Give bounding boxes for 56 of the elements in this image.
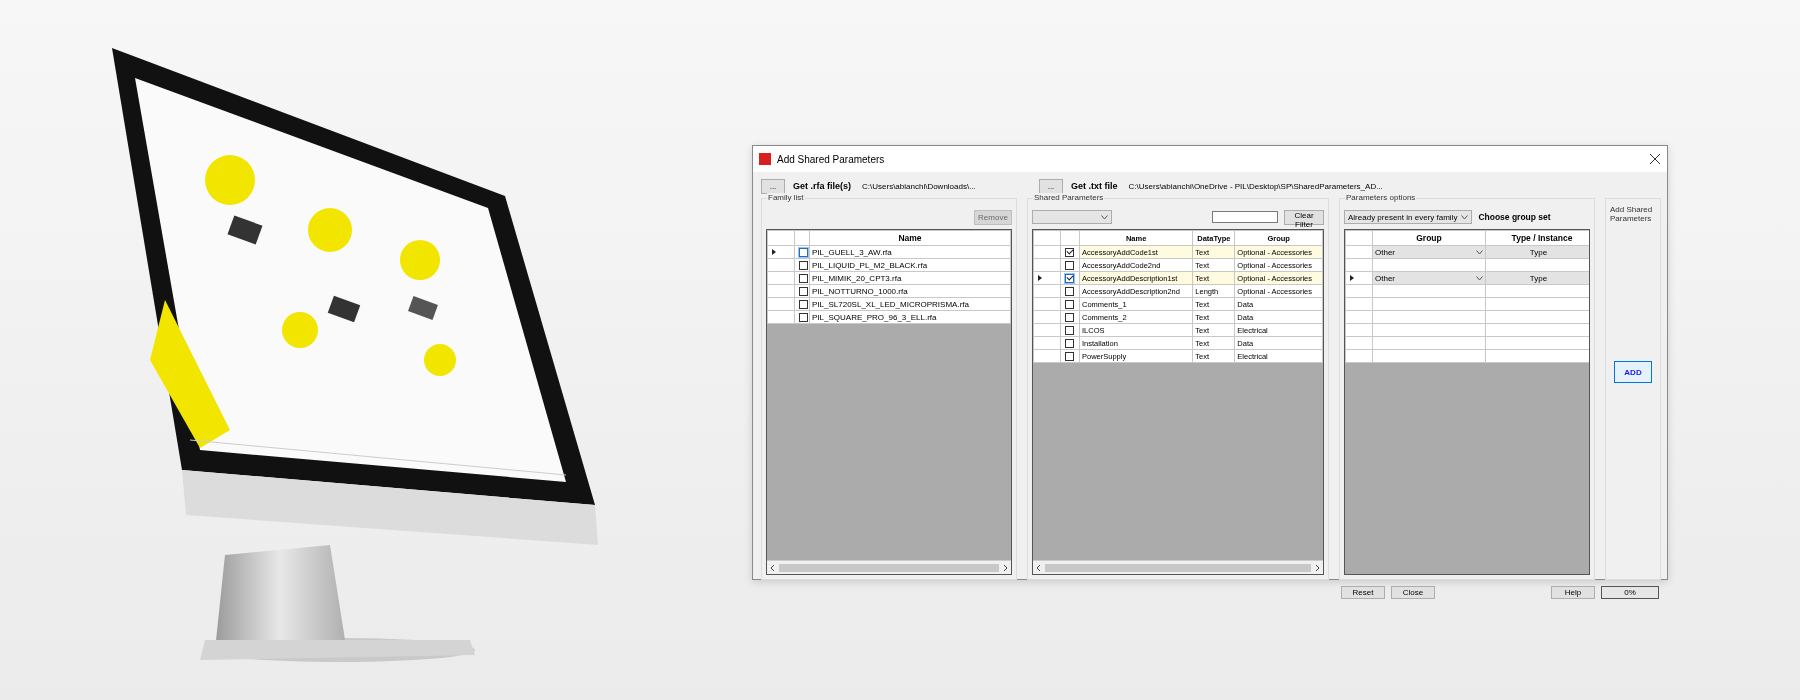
table-cell: PIL_LIQUID_PL_M2_BLACK.rfa (809, 258, 1011, 272)
checkbox[interactable] (1065, 247, 1074, 257)
panel-title: Family list (767, 193, 805, 202)
clear-filter-button[interactable]: Clear Filter (1284, 209, 1324, 225)
type-dropdown[interactable]: Type (1486, 246, 1589, 258)
caret-icon (1461, 214, 1469, 220)
caret-icon (1476, 249, 1483, 255)
file-label: Get .rfa file(s) (793, 181, 851, 191)
app-logo-icon (759, 153, 771, 165)
caret-icon (1101, 214, 1108, 220)
group-dropdown[interactable]: Other (1373, 246, 1485, 258)
horizontal-scrollbar[interactable] (1033, 560, 1323, 574)
checkbox[interactable] (1065, 338, 1074, 348)
browse-button[interactable]: ... (761, 178, 785, 194)
dialog-button[interactable]: Reset (1341, 585, 1385, 599)
type-dropdown[interactable]: Type (1486, 272, 1589, 284)
table-cell: PIL_SL720SL_XL_LED_MICROPRISMA.rfa (809, 297, 1011, 311)
column-header: Type / Instance (1485, 230, 1589, 246)
checkbox[interactable] (799, 286, 808, 296)
filter-field[interactable] (1212, 211, 1278, 223)
table-cell: PIL_NOTTURNO_1000.rfa (809, 284, 1011, 298)
group-set-label: Choose group set (1478, 212, 1551, 222)
file-label: Get .txt file (1071, 181, 1118, 191)
horizontal-scrollbar[interactable] (767, 560, 1011, 574)
mode-dropdown[interactable]: Already present in every family (1344, 210, 1473, 224)
table-cell: PIL_GUELL_3_AW.rfa (809, 245, 1011, 259)
table-cell: PIL_MIMIK_20_CPT3.rfa (809, 271, 1011, 285)
dialog-button[interactable]: Close (1391, 585, 1435, 599)
file-path: C:\Users\abianchi\Downloads\... (862, 181, 976, 191)
checkbox[interactable] (1065, 299, 1074, 309)
group-dropdown[interactable]: Other (1373, 272, 1485, 284)
dialog-button[interactable]: Help (1551, 585, 1595, 599)
checkbox[interactable] (799, 247, 808, 257)
checkbox[interactable] (799, 273, 808, 283)
panel-title: Add Shared Parameters (1610, 205, 1654, 223)
panel-title: Parameters options (1345, 193, 1417, 202)
checkbox[interactable] (1065, 325, 1074, 335)
progress-text: 0% (1624, 587, 1636, 597)
checkbox[interactable] (1065, 312, 1074, 322)
panel-title: Shared Parameters (1033, 193, 1105, 202)
file-path: C:\Users\abianchi\OneDrive - PIL\Desktop\SP\SharedParameters_AD... (1128, 181, 1383, 191)
checkbox[interactable] (1065, 351, 1074, 361)
caret-icon (1476, 275, 1483, 281)
column-header: Name (809, 230, 1011, 246)
close-icon[interactable] (1649, 153, 1661, 165)
window-title: Add Shared Parameters (777, 153, 886, 165)
browse-button[interactable]: ... (1039, 178, 1063, 194)
table-cell: PIL_SQUARE_PRO_96_3_ELL.rfa (809, 310, 1011, 324)
add-button[interactable]: ADD (1614, 361, 1652, 383)
checkbox[interactable] (799, 299, 808, 309)
checkbox[interactable] (1065, 260, 1074, 270)
checkbox[interactable] (1065, 286, 1074, 296)
checkbox[interactable] (799, 312, 808, 322)
checkbox[interactable] (799, 260, 808, 270)
checkbox[interactable] (1065, 273, 1074, 283)
column-header: Group (1372, 230, 1486, 246)
